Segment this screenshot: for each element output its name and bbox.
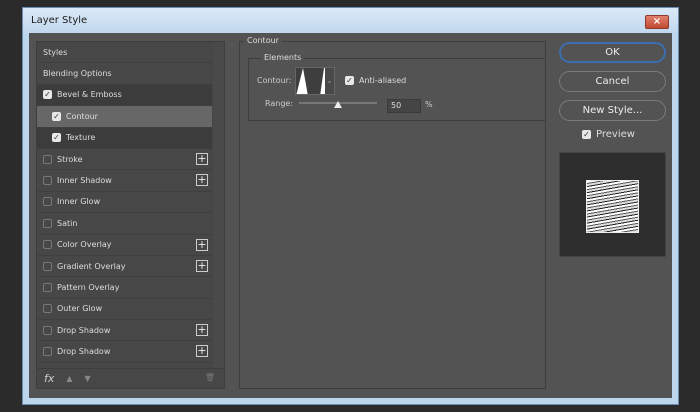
add-icon[interactable]: +: [196, 345, 208, 358]
preview-label: Preview: [596, 129, 635, 140]
style-item-label: Drop Shadow: [57, 325, 111, 335]
range-slider[interactable]: [299, 101, 377, 108]
add-icon[interactable]: +: [196, 259, 208, 272]
preview-thumbnail: [559, 152, 666, 257]
styles-list: Styles Blending Options ✓ Bevel & Emboss ✓ Co…: [37, 42, 212, 363]
style-item-color-overlay[interactable]: Color Overlay +: [37, 234, 212, 256]
title-bar: Layer Style ×: [23, 8, 678, 33]
close-button[interactable]: ×: [645, 15, 669, 29]
style-item-contour[interactable]: ✓ Contour: [37, 106, 212, 128]
checkbox-icon[interactable]: [43, 197, 52, 207]
checkbox-icon[interactable]: [43, 240, 52, 250]
style-item-pattern-overlay[interactable]: Pattern Overlay: [37, 277, 212, 299]
new-style-button[interactable]: New Style...: [559, 100, 666, 121]
checkbox-icon[interactable]: [43, 347, 52, 357]
checkbox-icon[interactable]: [43, 304, 52, 314]
preview-checkbox[interactable]: ✓ Preview: [582, 129, 635, 140]
style-item-inner-glow[interactable]: Inner Glow: [37, 191, 212, 214]
style-item-gradient-overlay[interactable]: Gradient Overlay +: [37, 255, 212, 278]
add-icon[interactable]: +: [196, 324, 208, 337]
checkbox-icon[interactable]: [43, 261, 52, 271]
checkbox-icon[interactable]: [43, 282, 52, 292]
contour-picker[interactable]: ⌄: [295, 67, 335, 95]
style-item-stroke[interactable]: Stroke +: [37, 148, 212, 171]
preview-texture: [586, 180, 639, 233]
style-item-blending-options[interactable]: Blending Options: [37, 63, 212, 85]
checkbox-icon: ✓: [582, 130, 591, 139]
add-icon[interactable]: +: [196, 152, 208, 165]
style-item-label: Bevel & Emboss: [57, 90, 122, 100]
checkbox-icon[interactable]: [43, 218, 52, 228]
style-item-drop-shadow[interactable]: Drop Shadow +: [37, 341, 212, 363]
add-icon[interactable]: +: [196, 174, 208, 187]
checkbox-icon[interactable]: ✓: [52, 111, 61, 121]
styles-panel: Styles Blending Options ✓ Bevel & Emboss ✓ Co…: [36, 41, 225, 389]
style-item-label: Color Overlay: [57, 240, 112, 250]
ok-button[interactable]: OK: [559, 42, 666, 63]
dialog-title: Layer Style: [31, 15, 88, 26]
style-item-inner-shadow[interactable]: Inner Shadow +: [37, 170, 212, 192]
move-up-icon[interactable]: ▲: [66, 374, 72, 383]
style-item-label: Stroke: [57, 154, 83, 164]
contour-label: Contour:: [257, 76, 292, 85]
range-unit: %: [425, 100, 433, 109]
anti-aliased-label: Anti-aliased: [359, 76, 407, 85]
style-item-label: Outer Glow: [57, 304, 103, 314]
style-item-label: Satin: [57, 218, 78, 228]
style-item-label: Drop Shadow: [57, 347, 111, 357]
move-down-icon[interactable]: ▼: [85, 374, 91, 383]
style-item-label: Gradient Overlay: [57, 261, 126, 271]
style-item-label: Blending Options: [43, 69, 112, 79]
style-item-drop-shadow[interactable]: Drop Shadow +: [37, 320, 212, 342]
checkbox-icon[interactable]: ✓: [52, 133, 61, 143]
checkbox-icon[interactable]: [43, 154, 52, 164]
style-item-styles[interactable]: Styles: [37, 42, 212, 64]
style-item-label: Inner Shadow: [57, 176, 112, 186]
style-item-label: Contour: [66, 111, 98, 121]
dialog-content: Styles Blending Options ✓ Bevel & Emboss ✓ Co…: [29, 33, 672, 398]
chevron-down-icon[interactable]: ⌄: [325, 68, 334, 94]
checkbox-icon[interactable]: [43, 325, 52, 335]
anti-aliased-checkbox[interactable]: ✓ Anti-aliased: [345, 76, 406, 85]
contour-panel: Contour Elements Contour: ⌄ ✓ Anti-alias…: [239, 36, 546, 389]
style-item-label: Styles: [43, 47, 68, 57]
style-item-label: Pattern Overlay: [57, 282, 120, 292]
style-item-satin[interactable]: Satin: [37, 213, 212, 235]
cancel-button[interactable]: Cancel: [559, 71, 666, 92]
fx-button[interactable]: fx: [44, 372, 54, 385]
styles-toolbar: fx ▲ ▼ 🗑: [37, 368, 224, 388]
slider-handle[interactable]: [334, 101, 342, 108]
checkbox-icon[interactable]: ✓: [43, 90, 52, 100]
range-label: Range:: [265, 99, 294, 108]
checkbox-icon: ✓: [345, 76, 354, 85]
style-item-label: Inner Glow: [57, 197, 101, 207]
layer-style-dialog: Layer Style × Styles Blending Options ✓ Bev…: [22, 7, 679, 405]
style-item-texture[interactable]: ✓ Texture: [37, 127, 212, 149]
contour-curve-icon: [296, 68, 327, 94]
add-icon[interactable]: +: [196, 238, 208, 251]
panel-title: Contour: [244, 36, 282, 45]
style-item-outer-glow[interactable]: Outer Glow: [37, 298, 212, 321]
trash-icon[interactable]: 🗑: [205, 373, 215, 382]
group-title: Elements: [261, 53, 305, 62]
style-item-label: Texture: [66, 133, 96, 143]
scrollbar[interactable]: [213, 42, 224, 369]
elements-group: Elements Contour: ⌄ ✓ Anti-aliased Range…: [248, 53, 546, 121]
checkbox-icon[interactable]: [43, 176, 52, 186]
style-item-bevel-emboss[interactable]: ✓ Bevel & Emboss: [37, 84, 212, 107]
range-input[interactable]: 50: [387, 99, 421, 113]
